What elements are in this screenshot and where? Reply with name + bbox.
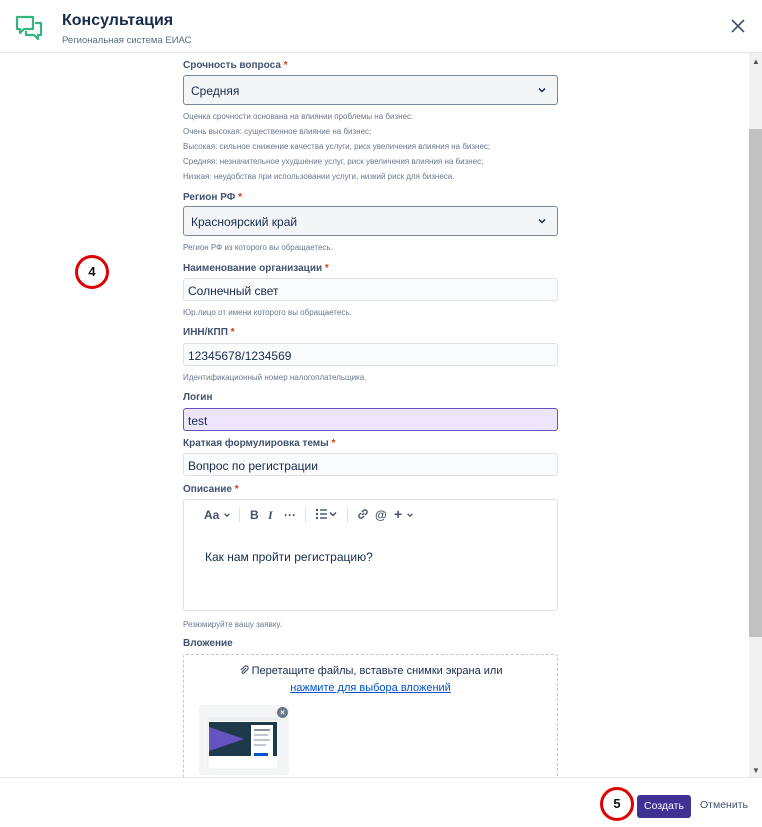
choose-attachments-link[interactable]: нажмите для выбора вложений — [184, 682, 557, 694]
dialog-footer: 5 Создать Отменить — [0, 777, 762, 827]
description-help: Резюмируйте вашу заявку. — [183, 620, 282, 629]
urgency-help-line: Высокая: сильное снижение качества услуг… — [183, 142, 491, 151]
scrollbar-thumb[interactable] — [749, 129, 762, 637]
organization-label: Наименование организации * — [183, 263, 329, 274]
chevron-down-icon — [538, 87, 546, 93]
urgency-help-line: Очень высокая: существенное влияние на б… — [183, 127, 372, 136]
scroll-down-arrow-icon[interactable]: ▼ — [752, 766, 760, 775]
description-label: Описание * — [183, 484, 239, 495]
remove-attachment-icon[interactable]: × — [277, 707, 288, 718]
list-button[interactable] — [315, 508, 337, 523]
inn-help: Идентификационный номер налогоплательщик… — [183, 373, 367, 382]
required-mark: * — [331, 438, 336, 449]
link-icon — [358, 509, 368, 519]
description-text[interactable]: Как нам пройти регистрацию? — [205, 550, 373, 564]
inn-input[interactable]: 12345678/1234569 — [183, 343, 558, 366]
dialog-title: Консультация — [62, 12, 174, 29]
urgency-help-line: Низкая: неудобства при использовании усл… — [183, 172, 455, 181]
region-select[interactable]: Красноярский край — [183, 206, 558, 236]
cancel-button[interactable]: Отменить — [700, 799, 748, 811]
toolbar-divider — [239, 507, 240, 523]
topic-input[interactable]: Вопрос по регистрации — [183, 453, 558, 476]
organization-input[interactable]: Солнечный свет — [183, 278, 558, 301]
chat-bubbles-icon — [15, 15, 43, 41]
attachment-dropzone[interactable]: Перетащите файлы, вставьте снимки экрана… — [183, 654, 558, 777]
dialog-header: Консультация Региональная система ЕИАС — [0, 0, 762, 53]
attachment-label: Вложение — [183, 638, 233, 649]
dialog-subtitle: Региональная система ЕИАС — [62, 35, 192, 46]
italic-button[interactable]: I — [268, 508, 273, 523]
bold-button[interactable]: B — [250, 508, 259, 522]
form-body[interactable]: Срочность вопроса * Средняя Оценка срочн… — [0, 53, 762, 777]
attachment-thumbnail[interactable] — [199, 705, 289, 775]
text-style-button[interactable]: Aa — [204, 508, 231, 522]
chevron-down-icon — [538, 218, 546, 224]
urgency-help: Оценка срочности основана на влиянии про… — [183, 109, 490, 184]
topic-label: Краткая формулировка темы * — [183, 438, 336, 449]
region-value: Красноярский край — [191, 215, 298, 229]
insert-button[interactable]: + — [394, 506, 414, 522]
region-help: Регион РФ из которого вы обращаетесь. — [183, 243, 333, 252]
login-label: Логин — [183, 392, 213, 403]
vertical-scrollbar[interactable]: ▲ ▼ — [749, 53, 762, 777]
editor-toolbar: Aa B I ··· @ + — [184, 500, 557, 530]
required-mark: * — [238, 192, 242, 203]
organization-help: Юр.лицо от имени которого вы обращаетесь… — [183, 308, 352, 317]
annotation-marker-5: 5 — [600, 787, 634, 821]
link-button[interactable] — [357, 508, 369, 523]
region-label: Регион РФ * — [183, 192, 242, 203]
required-mark: * — [324, 263, 329, 274]
dropzone-text: Перетащите файлы, вставьте снимки экрана… — [184, 665, 557, 677]
bullet-list-icon — [315, 508, 337, 520]
create-button[interactable]: Создать — [637, 795, 691, 818]
chevron-down-icon — [407, 513, 413, 518]
required-mark: * — [283, 60, 288, 71]
annotation-marker-4: 4 — [75, 255, 109, 289]
close-icon[interactable] — [728, 16, 748, 36]
chevron-down-icon — [223, 513, 230, 518]
paperclip-icon — [240, 665, 249, 674]
scroll-up-arrow-icon[interactable]: ▲ — [752, 57, 760, 66]
urgency-select[interactable]: Средняя — [183, 75, 558, 105]
urgency-label: Срочность вопроса * — [183, 60, 288, 71]
toolbar-divider — [305, 507, 306, 523]
required-mark: * — [234, 484, 239, 495]
mention-button[interactable]: @ — [375, 508, 387, 522]
inn-label: ИНН/КПП * — [183, 327, 235, 338]
urgency-help-line: Оценка срочности основана на влиянии про… — [183, 112, 414, 121]
urgency-value: Средняя — [191, 84, 240, 98]
login-input[interactable]: test — [183, 408, 558, 431]
description-editor[interactable]: Aa B I ··· @ + Как нам пройти регистраци… — [183, 499, 558, 611]
required-mark: * — [230, 327, 235, 338]
screenshot-preview-image — [207, 717, 279, 770]
toolbar-divider — [347, 507, 348, 523]
more-formatting-button[interactable]: ··· — [284, 508, 296, 522]
urgency-help-line: Средняя: незначительное ухудшение услуг,… — [183, 157, 484, 166]
